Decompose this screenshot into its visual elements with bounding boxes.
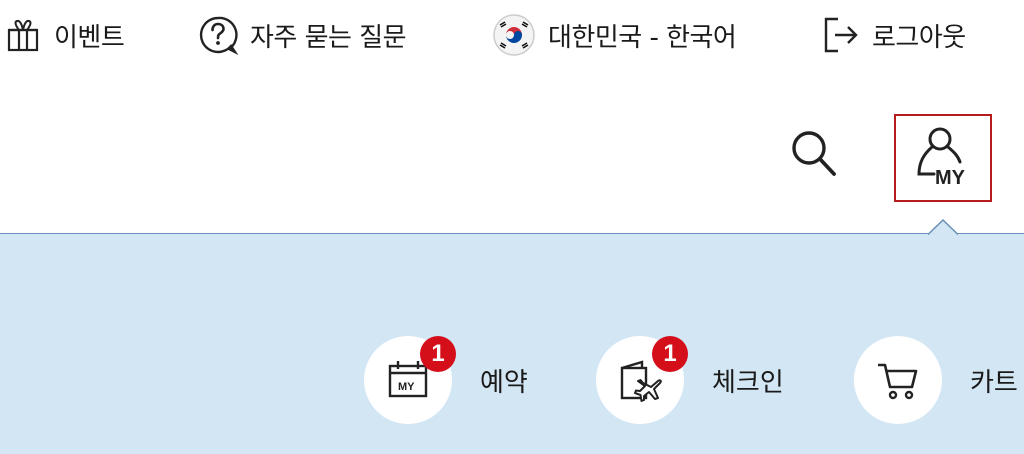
utility-bar: 이벤트 자주 묻는 질문 대한민국 - 한국어 로그아웃 [0, 0, 1024, 72]
my-page-icon: MY [917, 127, 966, 189]
search-button[interactable] [784, 124, 844, 184]
faq-link[interactable]: 자주 묻는 질문 [198, 14, 407, 56]
faq-label: 자주 묻는 질문 [250, 22, 407, 53]
checkin-label: 체크인 [712, 367, 784, 398]
logout-icon [822, 15, 860, 55]
event-label: 이벤트 [54, 22, 125, 53]
reservation-label: 예약 [480, 367, 528, 398]
logout-link[interactable]: 로그아웃 [822, 14, 966, 56]
checkin-shortcut[interactable]: 1 체크인 [596, 336, 784, 424]
question-bubble-icon [198, 15, 238, 55]
cart-shortcut[interactable]: 카트 [854, 336, 1018, 424]
my-icon-text: MY [935, 167, 966, 189]
main-header [0, 72, 1024, 234]
my-page-button[interactable]: MY [894, 114, 992, 202]
gift-icon [6, 18, 40, 52]
calendar-icon-text: MY [398, 381, 415, 393]
reservation-shortcut[interactable]: MY 1 예약 [364, 336, 528, 424]
reservation-count-badge: 1 [420, 336, 456, 372]
cart-label: 카트 [970, 367, 1018, 398]
search-icon [792, 131, 836, 176]
cart-icon-circle [854, 336, 942, 424]
logout-label: 로그아웃 [872, 22, 966, 53]
language-label: 대한민국 - 한국어 [548, 22, 737, 53]
reservation-icon-circle: MY 1 [364, 336, 456, 424]
korea-flag-icon [492, 13, 536, 57]
language-selector[interactable]: 대한민국 - 한국어 [492, 13, 737, 57]
checkin-icon-circle: 1 [596, 336, 688, 424]
event-link[interactable]: 이벤트 [6, 14, 125, 56]
dropdown-pointer [928, 219, 958, 235]
checkin-count-badge: 1 [652, 336, 688, 372]
cart-icon [878, 363, 918, 400]
